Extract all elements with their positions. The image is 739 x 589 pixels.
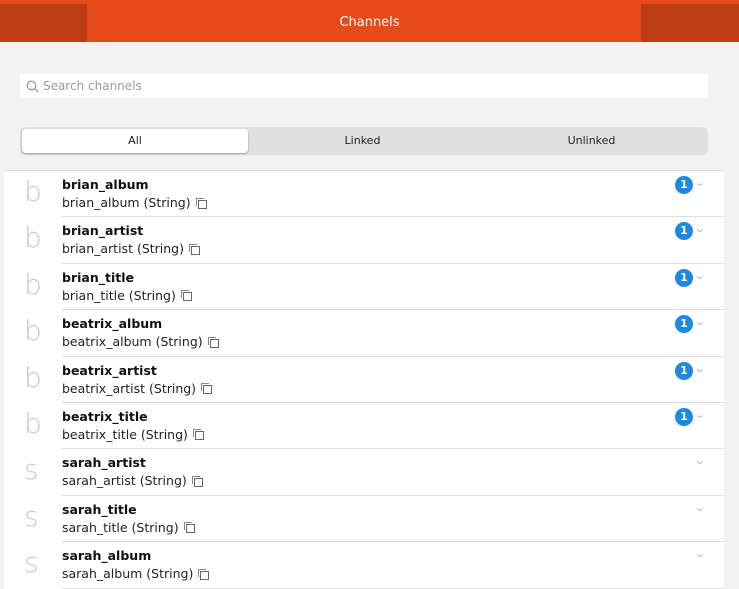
copy-icon[interactable] [195, 197, 207, 209]
channel-list: b brian_album brian_album (String) 1 ⌄ b… [4, 170, 724, 589]
channel-name: sarah_album [62, 548, 152, 564]
channel-row[interactable]: b brian_artist brian_artist (String) 1 ⌄ [4, 217, 724, 264]
channel-row[interactable]: b beatrix_artist beatrix_artist (String)… [4, 357, 724, 403]
copy-icon[interactable] [189, 243, 200, 255]
channel-name: brian_album [62, 177, 149, 192]
channel-subtitle: sarah_album (String) [62, 566, 194, 582]
tab-unlinked[interactable]: Unlinked [477, 129, 706, 153]
channel-row[interactable]: b beatrix_title beatrix_title (String) 1… [4, 403, 724, 450]
chevron-down-icon[interactable]: ⌄ [693, 547, 706, 560]
chevron-down-icon[interactable]: ⌄ [693, 454, 706, 467]
channel-name: brian_title [62, 269, 134, 285]
channel-row[interactable]: s sarah_artist sarah_artist (String) ⌄ [4, 449, 724, 496]
channel-avatar: b [24, 314, 42, 348]
link-count-badge: 1 [675, 315, 693, 334]
channel-avatar: s [24, 453, 39, 487]
link-count-badge: 1 [675, 176, 693, 194]
channel-name: brian_artist [62, 223, 144, 239]
link-count-badge: 1 [675, 361, 693, 380]
search-icon [26, 80, 39, 92]
channel-subtitle: beatrix_title (String) [62, 426, 188, 442]
copy-icon[interactable] [192, 429, 204, 441]
channel-type: brian_artist (String) [62, 241, 200, 257]
channel-name: beatrix_title [62, 408, 148, 424]
channel-type: brian_album (String) [62, 195, 207, 210]
channel-type: sarah_artist (String) [62, 473, 203, 489]
header-right-button[interactable] [641, 4, 739, 42]
chevron-down-icon[interactable]: ⌄ [693, 501, 706, 514]
channel-avatar: b [24, 406, 42, 440]
chevron-down-icon[interactable]: ⌄ [693, 269, 706, 282]
channel-type: brian_title (String) [62, 287, 192, 303]
link-count-badge: 1 [675, 222, 693, 241]
chevron-down-icon[interactable]: ⌄ [693, 315, 706, 328]
header-bar: Channels [0, 0, 739, 42]
channel-row[interactable]: b brian_title brian_title (String) 1 ⌄ [4, 264, 724, 311]
channel-type: sarah_title (String) [62, 519, 195, 535]
channel-row[interactable]: s sarah_album sarah_album (String) ⌄ [4, 542, 724, 589]
channel-type: beatrix_title (String) [62, 426, 204, 442]
chevron-down-icon[interactable]: ⌄ [693, 176, 706, 189]
channel-avatar: s [24, 546, 39, 580]
link-count-badge: 1 [675, 407, 693, 426]
filter-tabs: All Linked Unlinked [20, 127, 708, 155]
link-count-badge: 1 [675, 268, 693, 287]
channel-row[interactable]: s sarah_title sarah_title (String) ⌄ [4, 496, 724, 543]
page-title: Channels [339, 15, 400, 30]
channel-type: beatrix_artist (String) [62, 380, 213, 396]
copy-icon[interactable] [183, 522, 195, 534]
tab-all[interactable]: All [22, 129, 248, 153]
channel-subtitle: sarah_title (String) [62, 519, 179, 535]
channel-type: sarah_album (String) [62, 566, 210, 582]
channel-avatar: b [24, 175, 42, 208]
copy-icon[interactable] [207, 336, 219, 348]
copy-icon[interactable] [180, 290, 192, 302]
chevron-down-icon[interactable]: ⌄ [693, 408, 706, 421]
channel-subtitle: beatrix_album (String) [62, 334, 203, 350]
channel-name: beatrix_artist [62, 362, 157, 378]
channel-subtitle: brian_title (String) [62, 287, 176, 303]
channel-subtitle: beatrix_artist (String) [62, 380, 197, 396]
tab-linked[interactable]: Linked [248, 129, 477, 153]
chevron-down-icon[interactable]: ⌄ [693, 362, 706, 375]
channel-avatar: b [24, 360, 42, 394]
channel-subtitle: brian_artist (String) [62, 241, 184, 257]
channel-type: beatrix_album (String) [62, 334, 219, 350]
copy-icon[interactable] [191, 475, 203, 487]
channel-avatar: s [24, 499, 39, 533]
search-input[interactable] [43, 79, 643, 93]
channel-name: sarah_title [62, 501, 137, 517]
channel-avatar: b [24, 267, 42, 301]
search-box[interactable] [20, 74, 708, 98]
channel-avatar: b [24, 221, 42, 255]
copy-icon[interactable] [201, 383, 213, 395]
channel-subtitle: brian_album (String) [62, 195, 191, 210]
channel-row[interactable]: b brian_album brian_album (String) 1 ⌄ [4, 171, 724, 218]
channel-subtitle: sarah_artist (String) [62, 473, 187, 489]
channel-name: sarah_artist [62, 455, 146, 471]
channel-row[interactable]: b beatrix_album beatrix_album (String) 1… [4, 310, 724, 357]
chevron-down-icon[interactable]: ⌄ [693, 222, 706, 235]
channel-name: beatrix_album [62, 316, 163, 332]
copy-icon[interactable] [198, 568, 210, 580]
